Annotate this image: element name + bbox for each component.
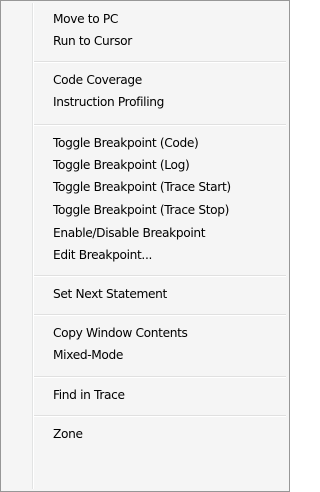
menu-item-label: Toggle Breakpoint (Trace Start)	[53, 180, 231, 194]
menu-item-copy-window-contents[interactable]: Copy Window Contents	[4, 322, 286, 344]
menu-item-label: Toggle Breakpoint (Log)	[53, 158, 190, 172]
menu-item-edit-breakpoint[interactable]: Edit Breakpoint...	[4, 244, 286, 266]
menu-item-toggle-breakpoint-log[interactable]: Toggle Breakpoint (Log)	[4, 154, 286, 176]
menu-item-label: Edit Breakpoint...	[53, 248, 153, 262]
menu-item-set-next-statement[interactable]: Set Next Statement	[4, 283, 286, 305]
menu-item-instruction-profiling[interactable]: Instruction Profiling	[4, 91, 286, 113]
menu-separator	[34, 376, 286, 378]
menu-separator	[34, 61, 286, 63]
menu-item-label: Zone	[53, 427, 83, 441]
menu-separator	[34, 314, 286, 316]
menu-item-toggle-breakpoint-trace-stop[interactable]: Toggle Breakpoint (Trace Stop)	[4, 199, 286, 221]
menu-item-label: Toggle Breakpoint (Trace Stop)	[53, 203, 230, 217]
menu-separator	[34, 124, 286, 126]
menu-item-label: Mixed-Mode	[53, 348, 124, 362]
menu-item-label: Toggle Breakpoint (Code)	[53, 136, 199, 150]
menu-item-toggle-breakpoint-code[interactable]: Toggle Breakpoint (Code)	[4, 132, 286, 154]
menu-item-label: Enable/Disable Breakpoint	[53, 226, 206, 240]
menu-item-label: Set Next Statement	[53, 287, 167, 301]
context-menu: Move to PC Run to Cursor Code Coverage I…	[0, 0, 290, 492]
menu-item-move-to-pc[interactable]: Move to PC	[4, 8, 286, 30]
menu-item-toggle-breakpoint-trace-start[interactable]: Toggle Breakpoint (Trace Start)	[4, 176, 286, 198]
menu-separator	[34, 415, 286, 417]
menu-item-label: Instruction Profiling	[53, 95, 164, 109]
menu-separator	[34, 275, 286, 277]
menu-item-mixed-mode[interactable]: Mixed-Mode	[4, 344, 286, 366]
menu-item-code-coverage[interactable]: Code Coverage	[4, 69, 286, 91]
menu-item-find-in-trace[interactable]: Find in Trace	[4, 384, 286, 406]
menu-item-zone[interactable]: Zone	[4, 423, 286, 445]
menu-item-label: Copy Window Contents	[53, 326, 188, 340]
menu-item-enable-disable-breakpoint[interactable]: Enable/Disable Breakpoint	[4, 222, 286, 244]
menu-item-label: Run to Cursor	[53, 34, 132, 48]
menu-item-label: Find in Trace	[53, 388, 125, 402]
menu-item-label: Move to PC	[53, 12, 119, 26]
menu-item-label: Code Coverage	[53, 73, 142, 87]
menu-item-run-to-cursor[interactable]: Run to Cursor	[4, 30, 286, 52]
